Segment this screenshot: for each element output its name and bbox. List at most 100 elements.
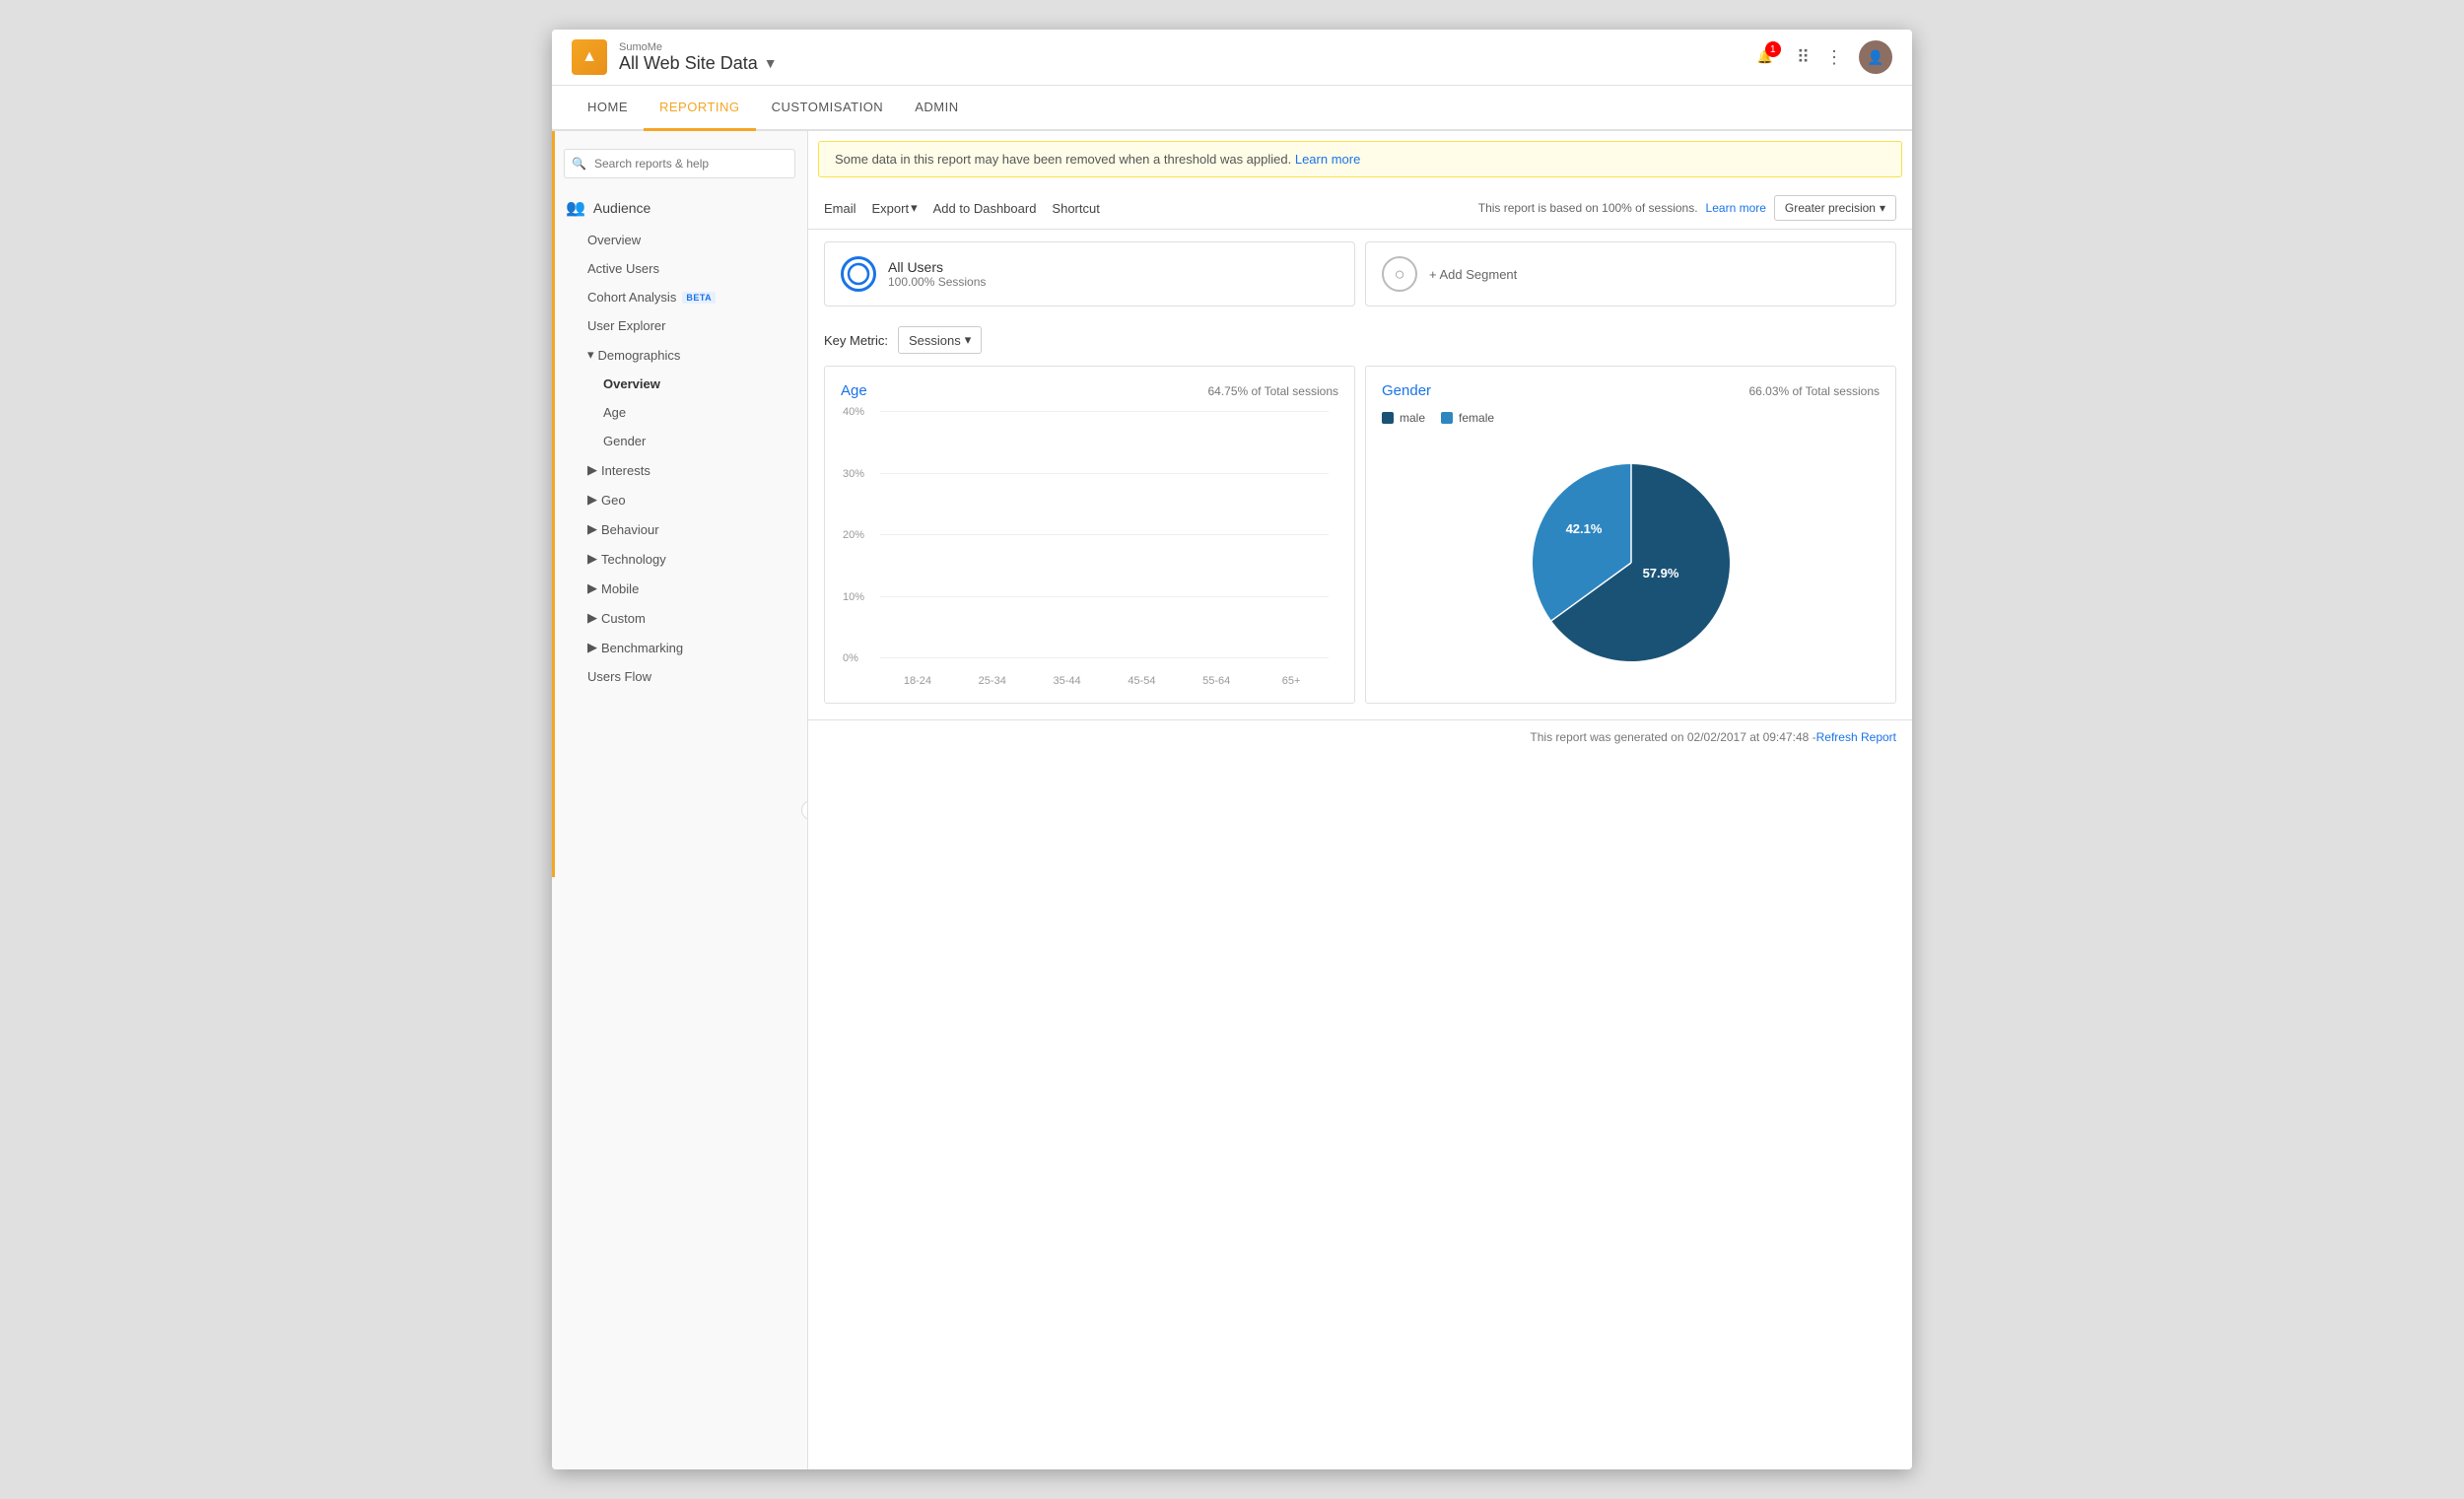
key-metric-row: Key Metric: Sessions ▾ — [808, 318, 1912, 366]
sidebar-subitem-demographics-overview[interactable]: Overview — [552, 370, 807, 398]
notifications-button[interactable]: 🔔 1 — [1749, 41, 1781, 73]
report-info: This report is based on 100% of sessions… — [1478, 201, 1698, 215]
avatar-letter: 👤 — [1867, 49, 1883, 66]
alert-banner: Some data in this report may have been r… — [818, 141, 1902, 177]
all-users-segment: All Users 100.00% Sessions — [824, 241, 1355, 307]
nav-home[interactable]: HOME — [572, 86, 644, 131]
sidebar-item-user-explorer[interactable]: User Explorer — [552, 311, 807, 340]
alert-learn-more[interactable]: Learn more — [1295, 152, 1360, 167]
sidebar-search: 🔍 — [564, 149, 795, 178]
beta-badge: BETA — [682, 292, 716, 304]
geo-arrow: ▶ — [587, 492, 597, 508]
sidebar-collapse-button[interactable]: ◀ — [801, 800, 808, 820]
sidebar-group-behaviour[interactable]: ▶ Behaviour — [552, 514, 807, 544]
geo-label: Geo — [601, 493, 626, 508]
legend-female-label: female — [1459, 411, 1494, 425]
logo-icon: ▲ — [572, 39, 607, 75]
avatar[interactable]: 👤 — [1859, 40, 1892, 74]
custom-label: Custom — [601, 611, 646, 626]
behaviour-arrow: ▶ — [587, 521, 597, 537]
mobile-label: Mobile — [601, 581, 639, 596]
sidebar-item-users-flow[interactable]: Users Flow — [552, 662, 807, 691]
technology-arrow: ▶ — [587, 551, 597, 567]
legend-female: female — [1441, 411, 1494, 425]
technology-label: Technology — [601, 552, 666, 567]
sidebar-group-benchmarking[interactable]: ▶ Benchmarking — [552, 633, 807, 662]
precision-button[interactable]: Greater precision ▾ — [1774, 195, 1896, 221]
alert-message: Some data in this report may have been r… — [835, 152, 1291, 167]
key-metric-label: Key Metric: — [824, 333, 888, 348]
behaviour-label: Behaviour — [601, 522, 659, 537]
sidebar-subitem-gender[interactable]: Gender — [552, 427, 807, 455]
female-pct-label: 42.1% — [1565, 521, 1602, 536]
legend-female-dot — [1441, 412, 1453, 424]
gender-chart-title: Gender — [1382, 382, 1431, 399]
male-pct-label: 57.9% — [1642, 566, 1678, 580]
sidebar-group-geo[interactable]: ▶ Geo — [552, 485, 807, 514]
notification-badge: 1 — [1765, 41, 1781, 57]
age-bar-chart: 40% 30% 20% 10% 0% — [841, 411, 1338, 687]
sidebar-group-interests[interactable]: ▶ Interests — [552, 455, 807, 485]
sidebar-item-cohort[interactable]: Cohort Analysis BETA — [552, 283, 807, 311]
bars-container — [880, 411, 1329, 657]
site-name[interactable]: All Web Site Data ▼ — [619, 53, 778, 74]
segment-info: All Users 100.00% Sessions — [888, 259, 986, 289]
report-learn-more[interactable]: Learn more — [1706, 201, 1766, 215]
export-arrow: ▾ — [911, 200, 918, 216]
metric-select[interactable]: Sessions ▾ — [898, 326, 982, 354]
benchmarking-arrow: ▶ — [587, 640, 597, 655]
pie-svg: 57.9% 42.1% — [1503, 444, 1759, 681]
x-axis-labels: 18-24 25-34 35-44 45-54 55-64 65+ — [880, 675, 1329, 687]
pie-chart-area: male female — [1382, 411, 1880, 681]
sidebar-group-demographics[interactable]: ▾ Demographics — [552, 340, 807, 370]
x-label-65-plus: 65+ — [1254, 675, 1329, 687]
nav-reporting[interactable]: REPORTING — [644, 86, 756, 131]
org-name: SumoMe — [619, 41, 778, 53]
footer-text: This report was generated on 02/02/2017 … — [1530, 730, 1815, 744]
benchmarking-label: Benchmarking — [601, 641, 683, 655]
export-button[interactable]: Export ▾ — [872, 200, 918, 216]
refresh-report-link[interactable]: Refresh Report — [1816, 730, 1896, 744]
content-footer: This report was generated on 02/02/2017 … — [808, 719, 1912, 754]
search-icon: 🔍 — [572, 157, 586, 170]
content-area: Some data in this report may have been r… — [808, 131, 1912, 1469]
add-dashboard-button[interactable]: Add to Dashboard — [933, 201, 1037, 216]
x-label-55-64: 55-64 — [1179, 675, 1254, 687]
main-nav: HOME REPORTING CUSTOMISATION ADMIN — [552, 86, 1912, 131]
header-title: SumoMe All Web Site Data ▼ — [619, 41, 778, 74]
sidebar-audience-header[interactable]: 👥 Audience — [552, 190, 807, 226]
add-segment-button[interactable]: ○ + Add Segment — [1365, 241, 1896, 307]
apps-icon[interactable]: ⠿ — [1797, 47, 1810, 68]
audience-label: Audience — [593, 200, 650, 216]
gender-chart-panel: Gender 66.03% of Total sessions male fem… — [1365, 366, 1896, 704]
segment-subtitle: 100.00% Sessions — [888, 275, 986, 289]
segment-circle — [841, 256, 876, 292]
nav-customisation[interactable]: CUSTOMISATION — [756, 86, 900, 131]
age-chart-panel: Age 64.75% of Total sessions 40% 30% 20%… — [824, 366, 1355, 704]
nav-admin[interactable]: ADMIN — [899, 86, 974, 131]
site-dropdown-arrow[interactable]: ▼ — [764, 55, 778, 71]
sidebar-group-mobile[interactable]: ▶ Mobile — [552, 574, 807, 603]
sidebar-subitem-age[interactable]: Age — [552, 398, 807, 427]
demographics-label: Demographics — [598, 348, 681, 363]
sidebar-item-active-users[interactable]: Active Users — [552, 254, 807, 283]
audience-icon: 👥 — [566, 198, 585, 218]
sidebar-group-custom[interactable]: ▶ Custom — [552, 603, 807, 633]
sidebar-item-overview[interactable]: Overview — [552, 226, 807, 254]
toolbar: Email Export ▾ Add to Dashboard Shortcut… — [808, 187, 1912, 230]
header-left: ▲ SumoMe All Web Site Data ▼ — [572, 39, 778, 75]
age-chart-header: Age 64.75% of Total sessions — [841, 382, 1338, 399]
email-button[interactable]: Email — [824, 201, 856, 216]
gender-chart-header: Gender 66.03% of Total sessions — [1382, 382, 1880, 399]
custom-arrow: ▶ — [587, 610, 597, 626]
toolbar-right: This report is based on 100% of sessions… — [1478, 195, 1896, 221]
shortcut-button[interactable]: Shortcut — [1052, 201, 1099, 216]
add-segment-label: + Add Segment — [1429, 267, 1517, 282]
sidebar-group-technology[interactable]: ▶ Technology — [552, 544, 807, 574]
gender-chart-meta: 66.03% of Total sessions — [1748, 384, 1880, 398]
legend-male-label: male — [1400, 411, 1425, 425]
search-input[interactable] — [564, 149, 795, 178]
x-label-25-34: 25-34 — [955, 675, 1030, 687]
mobile-arrow: ▶ — [587, 580, 597, 596]
more-options-icon[interactable]: ⋮ — [1825, 47, 1843, 68]
